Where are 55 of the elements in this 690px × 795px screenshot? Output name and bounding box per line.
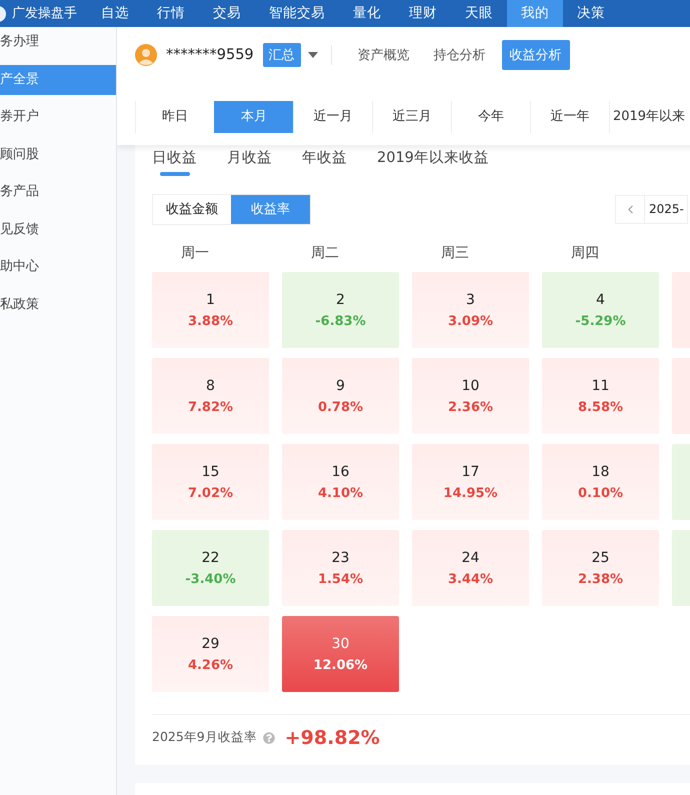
view-tab[interactable]: 持仓分析 [426,40,494,70]
period-tab[interactable]: 今年 [451,101,530,133]
day-cell[interactable]: 16 4.10% [282,444,399,520]
weekday-label: 周二 [311,245,339,261]
day-cell[interactable]: 2 -6.83% [282,272,399,348]
app-name: 广发操盘手 [12,5,77,23]
day-cell[interactable]: 15 7.02% [152,444,269,520]
view-tab[interactable]: 资产概览 [350,40,418,70]
day-cell[interactable]: 22 -3.40% [152,530,269,606]
nav-item[interactable]: 量化 [339,0,395,27]
profit-tab[interactable]: 年收益 [302,148,347,176]
profit-tab[interactable]: 2019年以来收益 [377,148,489,176]
sidebar-item[interactable]: 助中心 [0,252,116,282]
caret-icon[interactable] [308,52,318,58]
summary-label: 2025年9月收益率 [152,729,257,746]
sidebar-item[interactable]: 务办理 [0,27,116,57]
period-tab[interactable]: 近三月 [372,101,451,133]
profit-tab[interactable]: 月收益 [227,148,272,176]
logo-icon [0,6,6,22]
day-cell[interactable]: 18 0.10% [542,444,659,520]
day-cell[interactable]: 25 2.38% [542,530,659,606]
weekday-label: 周三 [441,245,469,261]
nav-item[interactable]: 交易 [199,0,255,27]
day-cell[interactable]: 3 3.09% [412,272,529,348]
account-number: *******9559 [166,47,254,63]
day-cell[interactable]: 9 0.78% [282,358,399,434]
nav-item[interactable]: 天眼 [451,0,507,27]
period-tab[interactable]: 2019年以来 [609,101,688,133]
avatar-icon [135,44,157,66]
sidebar-item[interactable]: 券开户 [0,102,116,132]
day-cell[interactable]: 8 7.82% [152,358,269,434]
nav-item[interactable]: 决策 [563,0,619,27]
day-cell[interactable]: 11 8.58% [542,358,659,434]
day-cell[interactable]: 10 2.36% [412,358,529,434]
nav-item[interactable]: 行情 [143,0,199,27]
sidebar-item[interactable]: 私政策 [0,290,116,320]
nav-item[interactable]: 智能交易 [255,0,339,27]
sidebar-item[interactable]: 顾问股 [0,140,116,170]
day-cell[interactable]: 1 3.88% [152,272,269,348]
period-tab[interactable]: 近一月 [293,101,372,133]
weekday-label: 周四 [571,245,599,261]
nav-item[interactable]: 自选 [87,0,143,27]
sidebar-item[interactable]: 务产品 [0,177,116,207]
day-cell[interactable]: 29 4.26% [152,616,269,692]
help-icon[interactable] [262,732,275,744]
profit-tab[interactable]: 日收益 [152,148,197,176]
weekday-label: 周一 [181,245,209,261]
day-cell[interactable]: 23 1.54% [282,530,399,606]
summary-value: +98.82% [284,726,380,748]
period-tab[interactable]: 近一年 [530,101,609,133]
day-cell[interactable]: 4 -5.29% [542,272,659,348]
day-cell[interactable]: 17 14.95% [412,444,529,520]
day-cell[interactable]: 24 3.44% [412,530,529,606]
sidebar-item[interactable]: 见反馈 [0,214,116,244]
nav-item[interactable]: 理财 [395,0,451,27]
